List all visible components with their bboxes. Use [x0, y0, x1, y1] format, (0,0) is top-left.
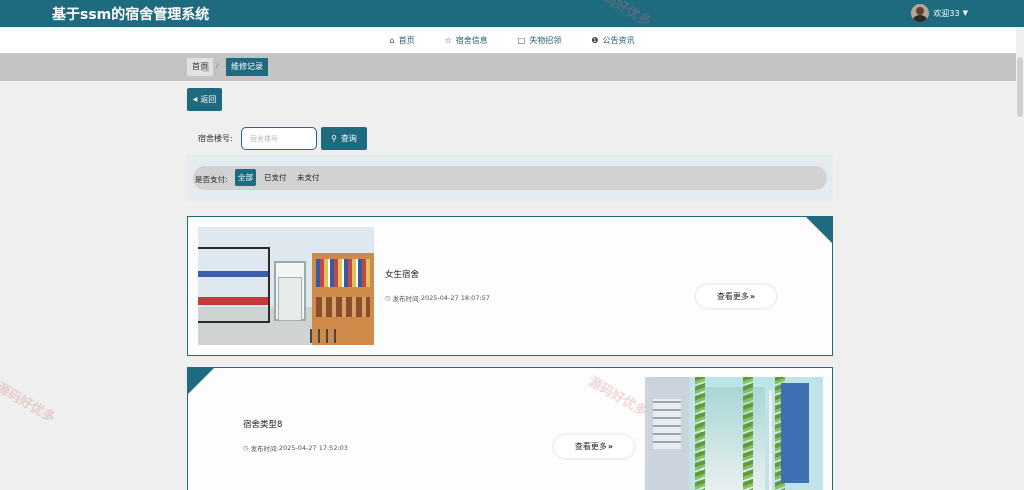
- time-value: 2025-04-27 18:07:57: [420, 294, 490, 302]
- filter-label: 是否支付:: [195, 175, 228, 184]
- search-label: 宿舍楼号:: [198, 134, 233, 143]
- filter-option-unpaid[interactable]: 未支付: [294, 169, 323, 186]
- breadcrumb-separator: /: [216, 61, 219, 70]
- nav-label[interactable]: 公告资讯: [602, 35, 634, 46]
- nav-item-announcements[interactable]: ❶ 公告资讯: [591, 35, 634, 46]
- corner-decoration: [188, 368, 214, 394]
- dorm-image[interactable]: [198, 227, 374, 345]
- nav-label[interactable]: 宿舍信息: [456, 35, 488, 46]
- view-more-button[interactable]: 查看更多 »: [696, 285, 776, 308]
- user-menu[interactable]: 欢迎33 ▼: [911, 4, 968, 22]
- mouse-cursor-icon: ☝: [202, 60, 210, 74]
- card-time: ◷ 发布时间: 2025-04-27 17:52:03: [243, 443, 348, 453]
- home-icon: ⌂: [389, 35, 395, 45]
- back-button-label[interactable]: 返回: [200, 94, 216, 105]
- main-nav: ⌂ 首页 ☆ 宿舍信息 □ 失物招领 ❶ 公告资讯: [0, 27, 1024, 53]
- nav-item-lost-found[interactable]: □ 失物招领: [518, 35, 562, 46]
- search-icon: ⚲: [331, 134, 337, 143]
- double-chevron-right-icon: »: [607, 442, 614, 451]
- time-prefix: 发布时间:: [392, 295, 421, 303]
- corner-decoration: [804, 217, 832, 245]
- filter-option-paid[interactable]: 已支付: [261, 169, 290, 186]
- search-button[interactable]: ⚲ 查询: [321, 127, 367, 150]
- star-icon: ☆: [444, 35, 452, 45]
- top-header: 基于ssm的宿舍管理系统 欢迎33 ▼: [0, 0, 1024, 27]
- breadcrumb-current: 维修记录: [226, 58, 268, 76]
- time-value: 2025-04-27 17:52:03: [278, 444, 348, 452]
- card-title[interactable]: 宿舍类型8: [243, 418, 282, 430]
- info-icon: ❶: [591, 35, 599, 45]
- dorm-image[interactable]: [645, 377, 823, 490]
- list-item[interactable]: 宿舍类型8 ◷ 发布时间: 2025-04-27 17:52:03 查看更多 »: [187, 367, 833, 490]
- watermark: 源码好优多: [0, 380, 58, 426]
- search-input[interactable]: [241, 127, 317, 150]
- scrollbar[interactable]: [1016, 27, 1024, 490]
- clock-icon: ◷: [385, 294, 391, 302]
- search-button-label[interactable]: 查询: [341, 133, 357, 144]
- chevron-down-icon[interactable]: ▼: [963, 9, 968, 17]
- back-button[interactable]: ◀ 返回: [187, 88, 222, 111]
- card-title[interactable]: 女生宿舍: [385, 268, 419, 280]
- app-title: 基于ssm的宿舍管理系统: [52, 7, 210, 23]
- breadcrumb: 首页 / 维修记录: [0, 53, 1024, 81]
- scrollbar-thumb[interactable]: [1017, 57, 1023, 117]
- nav-label[interactable]: 首页: [399, 35, 415, 46]
- view-more-label[interactable]: 查看更多: [717, 291, 749, 302]
- nav-item-home[interactable]: ⌂ 首页: [390, 35, 415, 46]
- nav-label[interactable]: 失物招领: [529, 35, 561, 46]
- list-item[interactable]: 女生宿舍 ◷ 发布时间: 2025-04-27 18:07:57 查看更多 »: [187, 216, 833, 356]
- avatar[interactable]: [911, 4, 930, 22]
- view-more-label[interactable]: 查看更多: [575, 441, 607, 452]
- view-more-button[interactable]: 查看更多 »: [554, 435, 634, 458]
- filter-option-all[interactable]: 全部: [235, 169, 256, 186]
- bag-icon: □: [517, 35, 526, 45]
- double-chevron-right-icon: »: [749, 292, 756, 301]
- nav-item-dorm-info[interactable]: ☆ 宿舍信息: [445, 35, 488, 46]
- clock-icon: ◷: [243, 444, 249, 452]
- time-prefix: 发布时间:: [250, 445, 279, 453]
- card-time: ◷ 发布时间: 2025-04-27 18:07:57: [385, 293, 490, 303]
- welcome-text[interactable]: 欢迎33: [933, 8, 959, 19]
- arrow-left-icon: ◀: [192, 96, 198, 103]
